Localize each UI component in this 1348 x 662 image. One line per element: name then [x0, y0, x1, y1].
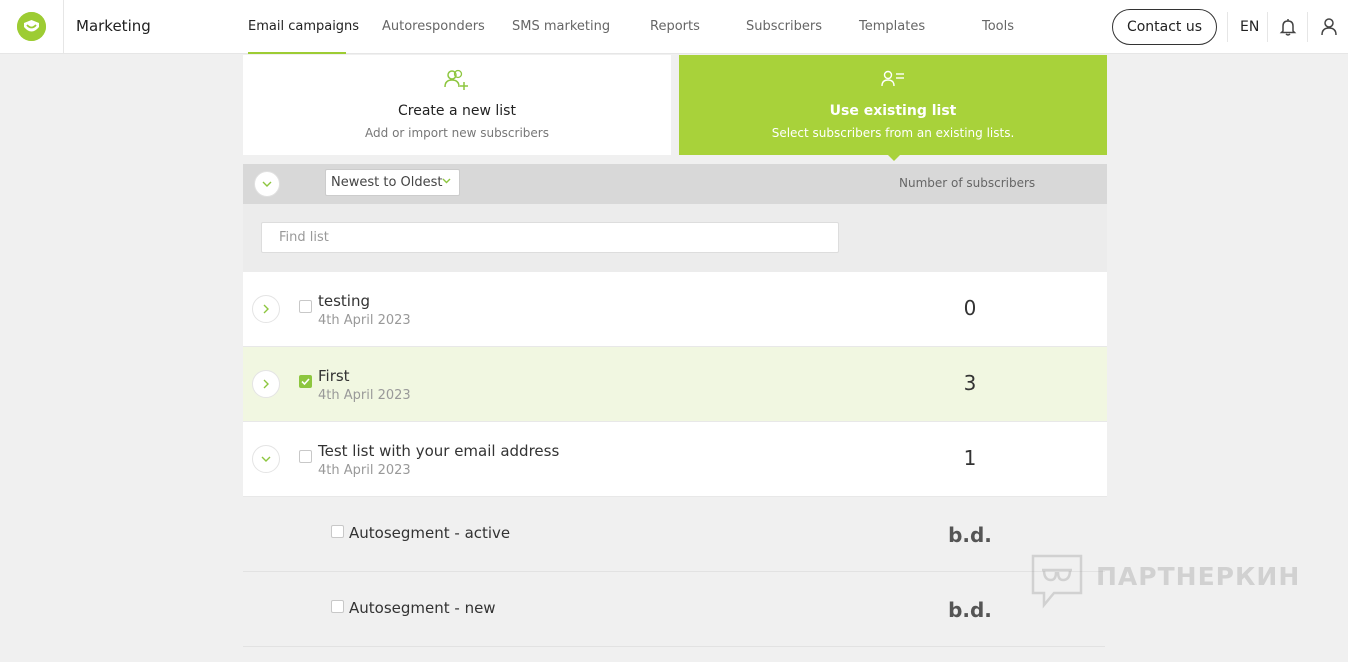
search-area	[243, 204, 1107, 272]
chevron-right-icon	[263, 379, 269, 389]
lists-table-header: Newest to Oldest Number of subscribers	[243, 164, 1107, 204]
chevron-down-icon	[262, 181, 272, 187]
segment-name: Autosegment - new	[349, 599, 496, 617]
list-name: testing	[318, 292, 371, 310]
chevron-right-icon	[263, 304, 269, 314]
segment-row[interactable]: Autosegment - new b.d.	[243, 572, 1105, 647]
active-nav-underline	[248, 52, 346, 54]
find-list-input[interactable]	[261, 222, 839, 253]
subscriber-count: 3	[963, 371, 977, 395]
checkmark-icon	[301, 378, 310, 386]
user-icon[interactable]	[1320, 17, 1338, 41]
list-row[interactable]: Test list with your email address 4th Ap…	[243, 422, 1107, 497]
list-name: First	[318, 367, 350, 385]
chevron-down-icon	[261, 456, 271, 462]
contact-us-button[interactable]: Contact us	[1112, 9, 1217, 45]
list-checkbox[interactable]	[299, 375, 312, 388]
segment-count: b.d.	[948, 523, 992, 547]
add-user-icon	[444, 69, 470, 95]
nav-sms-marketing[interactable]: SMS marketing	[512, 19, 610, 34]
logo-icon[interactable]	[17, 12, 46, 41]
toolbar-divider	[1227, 12, 1228, 42]
sort-dropdown[interactable]: Newest to Oldest	[325, 169, 460, 196]
card-title: Create a new list	[398, 103, 516, 119]
watermark: ПАРТНЕРКИН	[1030, 553, 1299, 613]
segment-count: b.d.	[948, 598, 992, 622]
watermark-text: ПАРТНЕРКИН	[1096, 562, 1301, 591]
nav-subscribers[interactable]: Subscribers	[746, 19, 822, 34]
card-title: Use existing list	[829, 103, 957, 119]
segment-checkbox[interactable]	[331, 525, 344, 538]
subscriber-count: 0	[963, 296, 977, 320]
chevron-down-icon	[442, 178, 451, 184]
top-bar: Marketing Email campaigns Autoresponders…	[0, 0, 1348, 54]
expand-row-button[interactable]	[252, 370, 280, 398]
list-row[interactable]: First 4th April 2023 3	[243, 347, 1107, 422]
sort-value: Newest to Oldest	[331, 175, 443, 190]
nav-templates[interactable]: Templates	[859, 19, 925, 34]
list-date: 4th April 2023	[318, 463, 411, 478]
expand-row-button[interactable]	[252, 295, 280, 323]
nav-reports[interactable]: Reports	[650, 19, 700, 34]
nav-email-campaigns[interactable]: Email campaigns	[248, 19, 359, 34]
subscriber-count: 1	[963, 446, 977, 470]
watermark-logo-icon	[1031, 554, 1083, 609]
app-title: Marketing	[76, 17, 151, 35]
list-checkbox[interactable]	[299, 300, 312, 313]
create-new-list-card[interactable]: Create a new list Add or import new subs…	[243, 55, 671, 155]
toolbar-divider	[1267, 12, 1268, 42]
selected-card-pointer	[888, 155, 900, 161]
logo-divider	[63, 0, 64, 54]
toolbar-divider	[1307, 12, 1308, 42]
nav-autoresponders[interactable]: Autoresponders	[382, 19, 485, 34]
list-name: Test list with your email address	[318, 442, 560, 460]
column-header-subscribers: Number of subscribers	[899, 176, 1036, 190]
list-date: 4th April 2023	[318, 388, 411, 403]
collapse-row-button[interactable]	[252, 445, 280, 473]
nav-tools[interactable]: Tools	[982, 19, 1014, 34]
use-existing-list-card[interactable]: Use existing list Select subscribers fro…	[679, 55, 1107, 155]
list-row[interactable]: testing 4th April 2023 0	[243, 272, 1107, 347]
segment-row[interactable]: Autosegment - active b.d.	[243, 497, 1105, 572]
card-subtitle: Select subscribers from an existing list…	[771, 126, 1015, 140]
segment-checkbox[interactable]	[331, 600, 344, 613]
collapse-all-button[interactable]	[254, 171, 280, 197]
segment-name: Autosegment - active	[349, 524, 511, 542]
list-date: 4th April 2023	[318, 313, 411, 328]
user-list-icon	[880, 69, 906, 93]
bell-icon[interactable]	[1279, 17, 1297, 41]
language-switcher[interactable]: EN	[1240, 19, 1259, 35]
card-subtitle: Add or import new subscribers	[365, 126, 549, 140]
list-checkbox[interactable]	[299, 450, 312, 463]
